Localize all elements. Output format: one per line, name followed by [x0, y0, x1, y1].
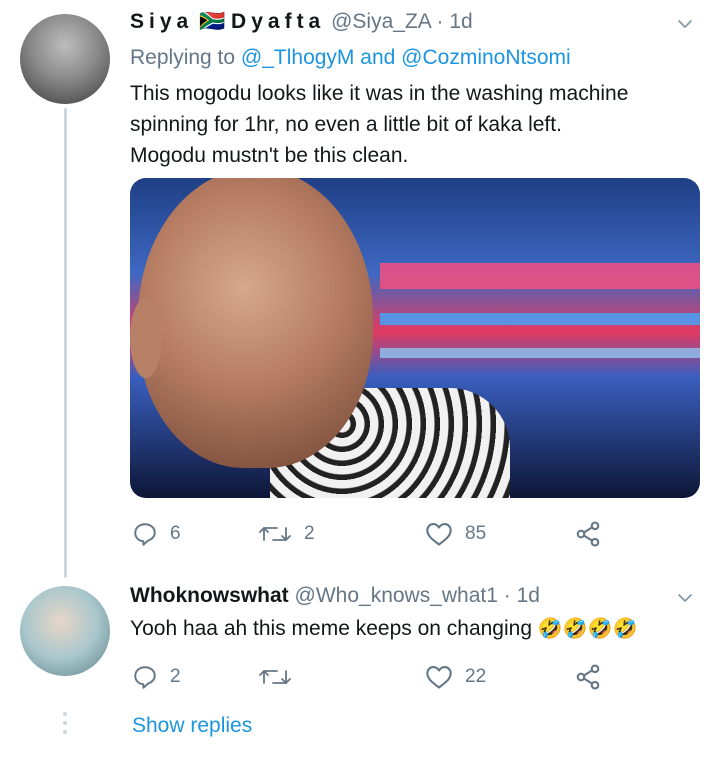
- reply-icon: [134, 523, 156, 546]
- retweet-icon: [259, 527, 291, 541]
- replying-and: and: [360, 46, 396, 69]
- tweet-text-line: Mogodu mustn't be this clean.: [130, 144, 409, 167]
- replying-prefix: Replying to: [130, 46, 236, 69]
- tweet-header: Whoknowswhat @Who_knows_what1 · 1d: [130, 584, 540, 608]
- thread-dots: [63, 712, 68, 739]
- timestamp[interactable]: 1d: [517, 584, 540, 607]
- reply-icon: [134, 666, 156, 689]
- tweet-text-content: Yooh haa ah this meme keeps on changing: [130, 617, 538, 640]
- mention-link[interactable]: @_TlhogyM: [241, 46, 355, 69]
- tweet-actions: 2 22: [130, 661, 610, 693]
- thread-dot: [63, 721, 67, 725]
- separator: ·: [503, 584, 511, 607]
- thread-dot: [63, 730, 67, 734]
- reply-button[interactable]: 6: [132, 518, 181, 550]
- image-ear: [130, 298, 162, 378]
- retweet-button[interactable]: [258, 661, 304, 693]
- share-icon: [576, 521, 600, 547]
- reply-button[interactable]: 2: [132, 661, 181, 693]
- display-name[interactable]: Siya: [130, 10, 193, 33]
- like-button[interactable]: 85: [425, 518, 486, 550]
- replying-to-line: Replying to @_TlhogyM and @CozminoNtsomi: [130, 46, 571, 70]
- avatar[interactable]: [20, 586, 110, 676]
- tweet-text: This mogodu looks like it was in the was…: [130, 78, 628, 171]
- like-count: 22: [465, 666, 487, 687]
- laughing-emoji-icon: 🤣🤣🤣🤣: [537, 618, 638, 640]
- flag-emoji: 🇿🇦: [199, 10, 226, 33]
- timestamp[interactable]: 1d: [449, 10, 472, 33]
- tweet-text: Yooh haa ah this meme keeps on changing …: [130, 613, 637, 645]
- reply-count: 6: [170, 523, 181, 544]
- chevron-down-icon[interactable]: [677, 16, 693, 32]
- image-face: [138, 178, 373, 468]
- reply-count: 2: [170, 666, 181, 687]
- avatar[interactable]: [20, 14, 110, 104]
- tweet-text-line: Yooh haa ah this meme keeps on changing …: [130, 613, 637, 645]
- user-handle[interactable]: @Who_knows_what1: [295, 584, 498, 607]
- tweet-text-line: This mogodu looks like it was in the was…: [130, 82, 629, 105]
- user-handle[interactable]: @Siya_ZA: [331, 10, 431, 33]
- mention-link[interactable]: @CozminoNtsomi: [401, 46, 571, 69]
- retweet-button[interactable]: 2: [258, 518, 315, 550]
- like-button[interactable]: 22: [425, 661, 486, 693]
- tweet-actions: 6 2 85: [130, 518, 610, 550]
- image-background-stripe: [380, 263, 700, 289]
- share-button[interactable]: [574, 661, 602, 693]
- chevron-down-icon[interactable]: [677, 590, 693, 606]
- separator: ·: [436, 10, 444, 33]
- show-replies-link[interactable]: Show replies: [132, 714, 252, 738]
- retweet-count: 2: [304, 523, 315, 544]
- image-background-stripe: [380, 348, 700, 358]
- share-button[interactable]: [574, 518, 602, 550]
- like-count: 85: [465, 523, 487, 544]
- display-name[interactable]: Whoknowswhat: [130, 584, 289, 607]
- retweet-icon: [259, 670, 291, 684]
- tweet-text-line: spinning for 1hr, no even a little bit o…: [130, 113, 562, 136]
- tweet-image[interactable]: [130, 178, 700, 498]
- share-icon: [576, 664, 600, 690]
- tweet-header: Siya 🇿🇦 Dyafta @Siya_ZA · 1d: [130, 10, 473, 34]
- image-background-stripe: [380, 313, 700, 325]
- heart-icon: [426, 523, 452, 546]
- thread-dot: [63, 712, 67, 716]
- display-name-suffix[interactable]: Dyafta: [231, 10, 325, 33]
- heart-icon: [426, 666, 452, 689]
- thread-connector-line: [64, 108, 67, 578]
